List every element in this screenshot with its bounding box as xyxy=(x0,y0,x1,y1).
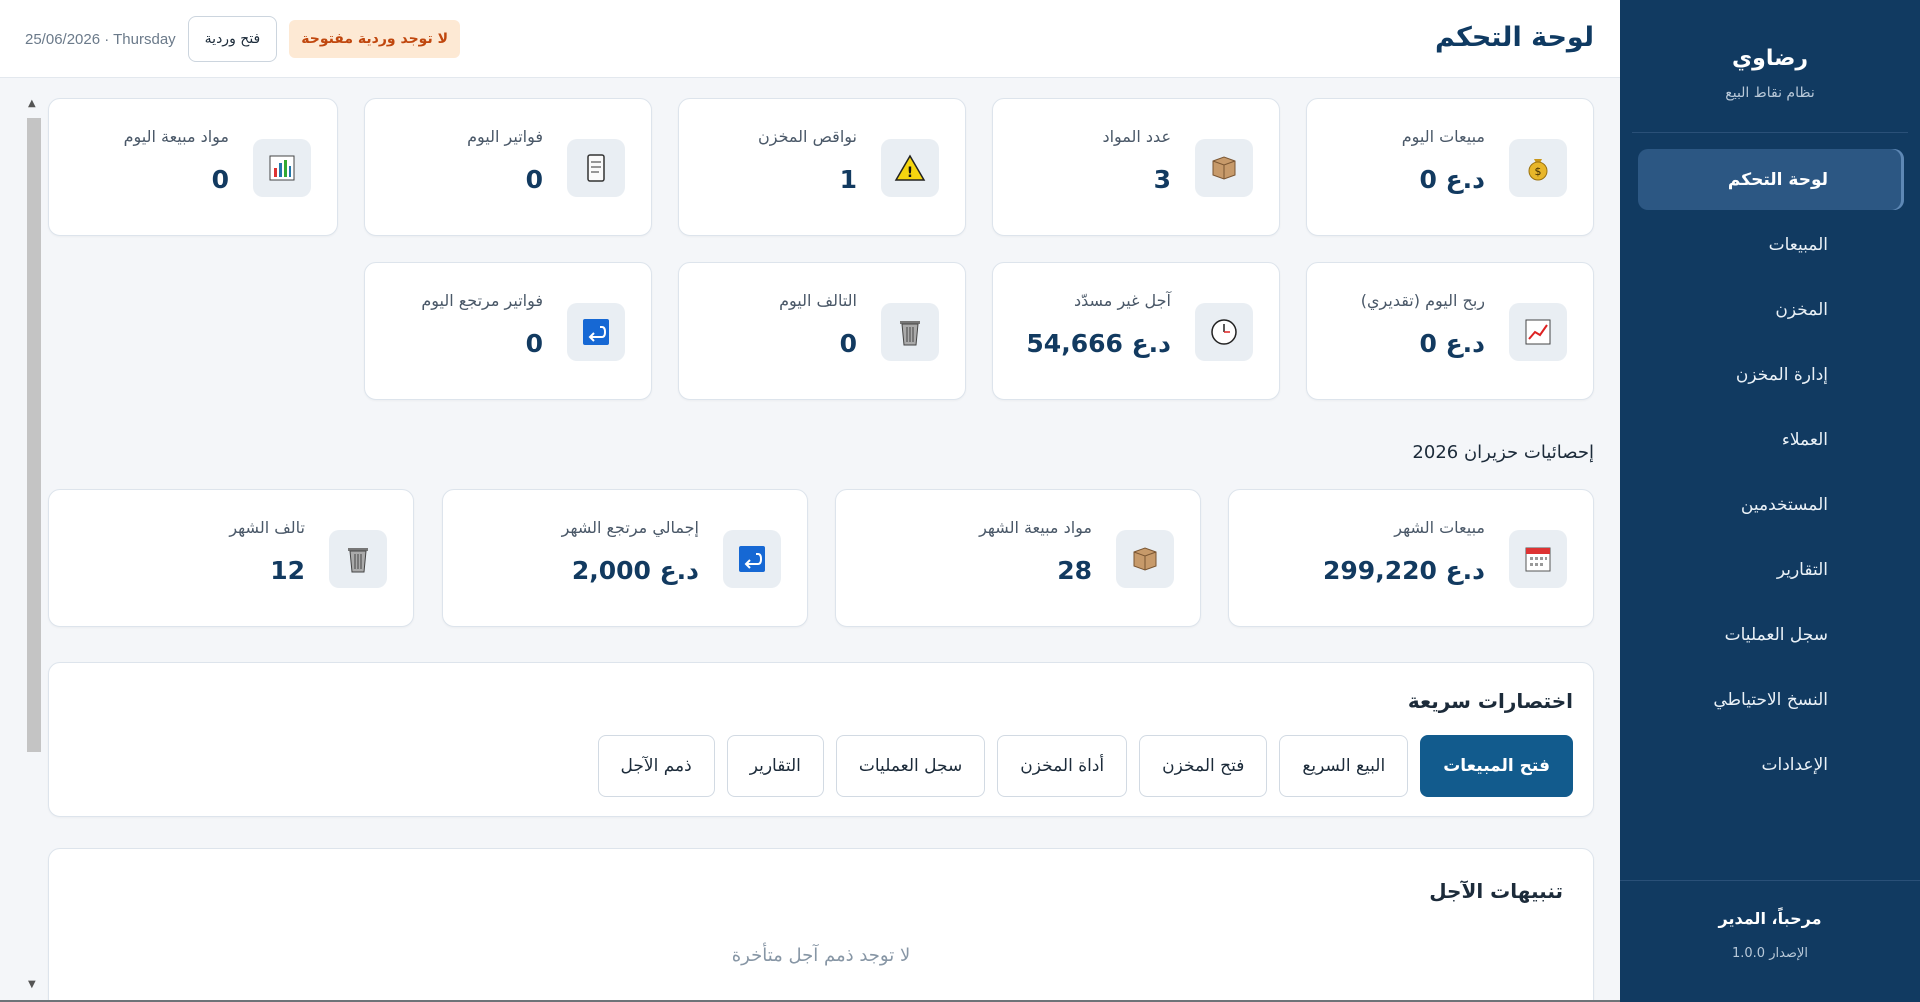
shortcuts-buttons: فتح المبيعات البيع السريع فتح المخزن أدا… xyxy=(597,735,1573,797)
stat-label: ربح اليوم (تقديري) xyxy=(1360,291,1485,310)
activity-log-button[interactable]: سجل العمليات xyxy=(835,735,986,797)
stat-card-today-invoices: فواتير اليوم 0 xyxy=(364,98,652,236)
version-text: الإصدار 1.0.0 xyxy=(1732,946,1808,961)
reports-button[interactable]: التقارير xyxy=(726,735,824,797)
credit-alerts-panel: تنبيهات الآجل لا توجد ذمم آجل متأخرة xyxy=(48,848,1594,1002)
stat-label: نواقص المخزن xyxy=(758,127,857,146)
brand: رضاوي نظام نقاط البيع xyxy=(1620,0,1920,132)
vertical-scrollbar[interactable]: ▲ ▼ xyxy=(26,98,42,990)
sidebar-nav: لوحة التحكم المبيعات المخزن إدارة المخزن… xyxy=(1620,149,1920,795)
sidebar-item-sales[interactable]: المبيعات xyxy=(1638,214,1904,275)
sidebar-item-customers[interactable]: العملاء xyxy=(1638,409,1904,470)
sidebar-item-warehouse-management[interactable]: إدارة المخزن xyxy=(1638,344,1904,405)
stat-label: تالف الشهر xyxy=(229,518,305,537)
stat-card-unpaid-credit: آجل غير مسدّد د.ع 54,666 xyxy=(992,262,1280,400)
brand-subtitle: نظام نقاط البيع xyxy=(1725,85,1815,101)
stat-value: 12 xyxy=(270,556,305,585)
stat-card-stock-shortages: ! نواقص المخزن 1 xyxy=(678,98,966,236)
stat-card-items-sold-today: مواد مبيعة اليوم 0 xyxy=(48,98,338,236)
warning-icon: ! xyxy=(881,139,939,197)
warehouse-tool-button[interactable]: أداة المخزن xyxy=(997,735,1128,797)
stat-card-today-damaged: التالف اليوم 0 xyxy=(678,262,966,400)
stat-label: آجل غير مسدّد xyxy=(1073,291,1171,310)
open-warehouse-button[interactable]: فتح المخزن xyxy=(1139,735,1268,797)
sidebar-footer: مرحباً، المدير الإصدار 1.0.0 xyxy=(1620,880,1920,1002)
stat-card-month-damaged: تالف الشهر 12 xyxy=(48,489,414,627)
credit-alerts-empty-text: لا توجد ذمم آجل متأخرة xyxy=(731,945,911,966)
stat-value: د.ع 0 xyxy=(1419,329,1485,358)
stat-value: د.ع 0 xyxy=(1419,165,1485,194)
open-shift-button[interactable]: فتح وردية xyxy=(187,16,278,62)
stat-value: د.ع 54,666 xyxy=(1026,329,1171,358)
top-header: لوحة التحكم 25/06/2026 · Thursday فتح ور… xyxy=(0,0,1620,78)
stat-label: التالف اليوم xyxy=(779,291,857,310)
page-title: لوحة التحكم xyxy=(1434,22,1594,53)
receipt-icon xyxy=(567,139,625,197)
credit-alerts-title: تنبيهات الآجل xyxy=(1429,879,1563,903)
main-content: ▲ ▼ $ مبيعات اليوم د.ع 0 عدد المواد 3 ! … xyxy=(0,78,1620,1002)
stat-label: مبيعات اليوم xyxy=(1401,127,1485,146)
stat-value: 0 xyxy=(211,165,229,194)
month-stats-title: إحصائيات حزيران 2026 xyxy=(1412,442,1594,463)
stat-label: إجمالي مرتجع الشهر xyxy=(561,518,699,537)
clock-icon xyxy=(1195,303,1253,361)
shortcuts-title: اختصارات سريعة xyxy=(1407,689,1573,713)
svg-text:$: $ xyxy=(1535,165,1542,178)
box-icon xyxy=(1116,530,1174,588)
calendar-icon xyxy=(1509,530,1567,588)
credit-receivables-button[interactable]: ذمم الآجل xyxy=(597,735,715,797)
shortcuts-panel: اختصارات سريعة فتح المبيعات البيع السريع… xyxy=(48,662,1594,817)
brand-title: رضاوي xyxy=(1731,46,1809,71)
shift-status-badge: لا توجد وردية مفتوحة xyxy=(289,20,461,58)
welcome-text: مرحباً، المدير xyxy=(1718,909,1822,928)
stat-label: فواتير مرتجع اليوم xyxy=(421,291,543,310)
stat-value: 0 xyxy=(525,329,543,358)
stat-value: 0 xyxy=(525,165,543,194)
stat-card-today-sales: $ مبيعات اليوم د.ع 0 xyxy=(1306,98,1594,236)
sidebar-item-reports[interactable]: التقارير xyxy=(1638,539,1904,600)
stat-card-month-returns: إجمالي مرتجع الشهر د.ع 2,000 xyxy=(442,489,808,627)
stat-label: مواد مبيعة اليوم xyxy=(123,127,229,146)
sidebar: رضاوي نظام نقاط البيع لوحة التحكم المبيع… xyxy=(1620,0,1920,1002)
money-bag-icon: $ xyxy=(1509,139,1567,197)
sidebar-item-dashboard[interactable]: لوحة التحكم xyxy=(1638,149,1904,210)
stat-card-month-items-sold: مواد مبيعة الشهر 28 xyxy=(835,489,1201,627)
quick-sale-button[interactable]: البيع السريع xyxy=(1279,735,1409,797)
stat-value: د.ع 299,220 xyxy=(1323,556,1485,585)
stat-card-today-returns: فواتير مرتجع اليوم 0 xyxy=(364,262,652,400)
sidebar-item-activity-log[interactable]: سجل العمليات xyxy=(1638,604,1904,665)
header-actions: 25/06/2026 · Thursday فتح وردية لا توجد … xyxy=(25,16,461,62)
svg-text:!: ! xyxy=(907,165,913,181)
stat-value: 1 xyxy=(839,165,857,194)
open-sales-button[interactable]: فتح المبيعات xyxy=(1420,735,1573,797)
stat-card-today-profit: ربح اليوم (تقديري) د.ع 0 xyxy=(1306,262,1594,400)
sidebar-item-warehouse[interactable]: المخزن xyxy=(1638,279,1904,340)
stat-value: 3 xyxy=(1153,165,1171,194)
sidebar-divider xyxy=(1632,132,1908,133)
stat-label: عدد المواد xyxy=(1102,127,1171,146)
sidebar-item-users[interactable]: المستخدمين xyxy=(1638,474,1904,535)
return-icon xyxy=(723,530,781,588)
stat-value: 28 xyxy=(1057,556,1092,585)
bar-chart-icon xyxy=(253,139,311,197)
scrollbar-thumb[interactable] xyxy=(27,118,41,752)
stat-label: مواد مبيعة الشهر xyxy=(979,518,1092,537)
stat-value: د.ع 2,000 xyxy=(571,556,699,585)
stat-card-month-sales: مبيعات الشهر د.ع 299,220 xyxy=(1228,489,1594,627)
scroll-up-arrow-icon[interactable]: ▲ xyxy=(28,98,36,109)
stat-label: مبيعات الشهر xyxy=(1394,518,1485,537)
scroll-down-arrow-icon[interactable]: ▼ xyxy=(28,979,36,990)
trash-icon xyxy=(329,530,387,588)
trash-icon xyxy=(881,303,939,361)
stat-label: فواتير اليوم xyxy=(467,127,543,146)
sidebar-item-backup[interactable]: النسخ الاحتياطي xyxy=(1638,669,1904,730)
stat-value: 0 xyxy=(839,329,857,358)
box-icon xyxy=(1195,139,1253,197)
sidebar-item-settings[interactable]: الإعدادات xyxy=(1638,734,1904,795)
current-date: 25/06/2026 · Thursday xyxy=(25,30,176,48)
return-icon xyxy=(567,303,625,361)
trend-chart-icon xyxy=(1509,303,1567,361)
stat-card-items-count: عدد المواد 3 xyxy=(992,98,1280,236)
